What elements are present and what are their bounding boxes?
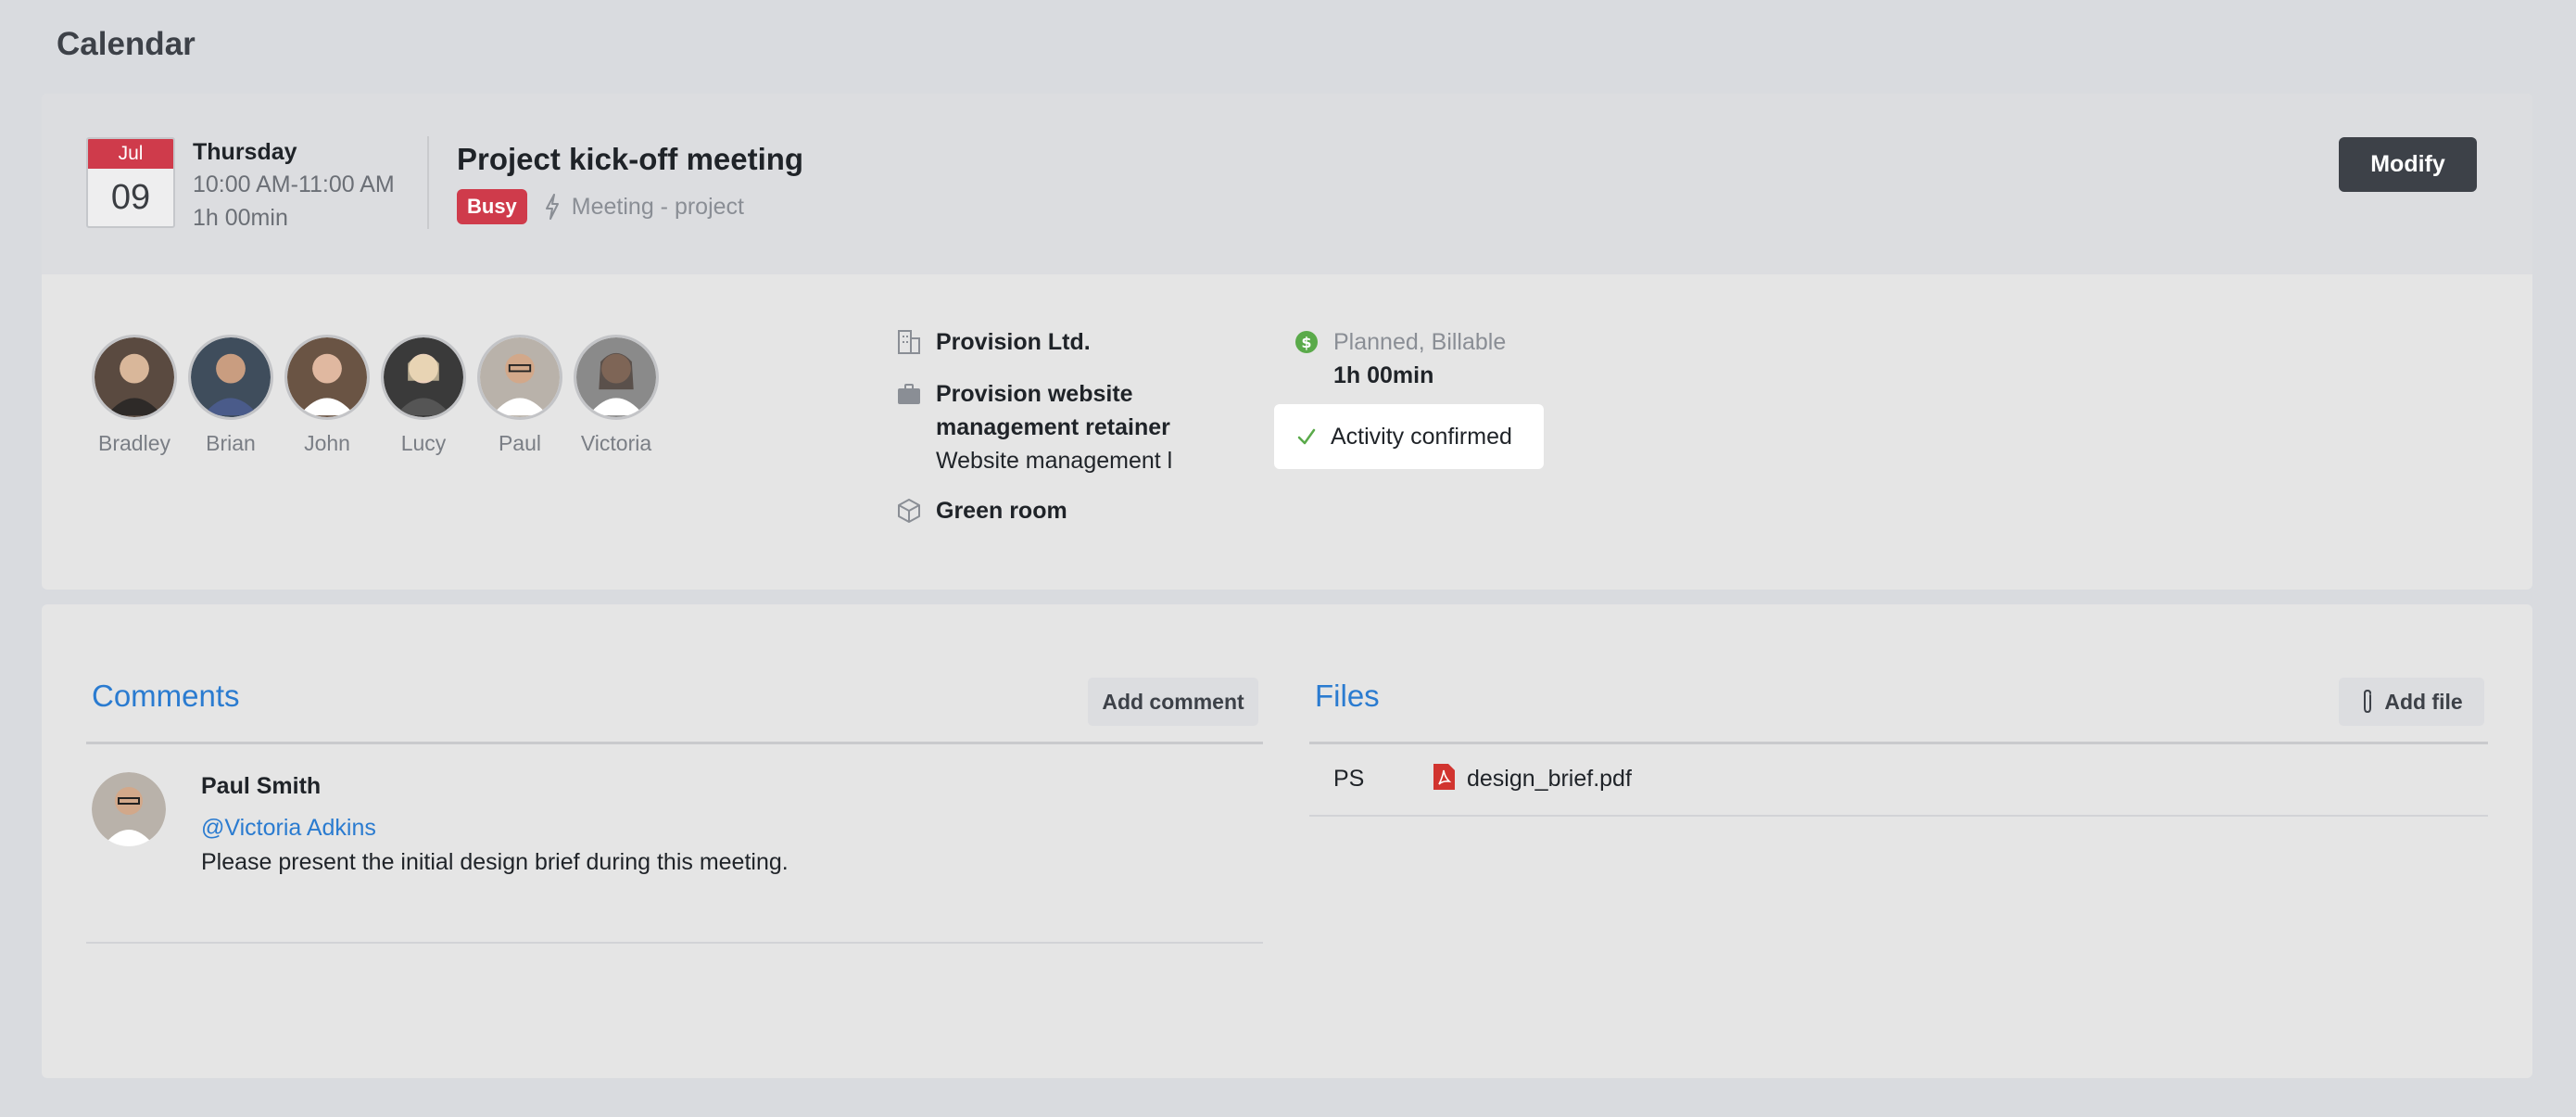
file-owner: PS — [1333, 766, 1365, 792]
participant[interactable]: Victoria — [568, 335, 664, 456]
paperclip-icon — [2364, 689, 2372, 714]
participant-name: John — [304, 431, 350, 455]
comment-mention[interactable]: @Victoria Adkins — [201, 815, 376, 842]
company-row: Provision Ltd. — [896, 325, 1172, 359]
project-name-line1[interactable]: Provision website — [936, 377, 1172, 411]
participant-name: Bradley — [98, 431, 170, 455]
event-title: Project kick-off meeting — [457, 142, 804, 176]
billing-status: Planned, Billable — [1333, 329, 1507, 355]
event-duration: 1h 00min — [193, 205, 288, 231]
event-header: Jul 09 Thursday 10:00 AM-11:00 AM 1h 00m… — [42, 94, 2532, 274]
avatar — [381, 335, 466, 420]
cube-icon — [898, 499, 920, 523]
billing-duration: 1h 00min — [1333, 362, 1434, 388]
avatar — [188, 335, 273, 420]
avatar — [92, 772, 166, 846]
participant[interactable]: Paul — [472, 335, 568, 456]
participant-name: Paul — [498, 431, 542, 455]
status-badge: Busy — [457, 189, 527, 224]
company-name[interactable]: Provision Ltd. — [936, 325, 1172, 359]
location-row: Green room — [896, 494, 1172, 527]
date-month: Jul — [88, 139, 173, 169]
date-day: 09 — [110, 178, 151, 217]
participant[interactable]: John — [279, 335, 375, 456]
modify-button[interactable]: Modify — [2339, 137, 2477, 192]
event-time-info: Thursday 10:00 AM-11:00 AM 1h 00min — [193, 136, 395, 235]
avatar — [92, 335, 177, 420]
billing-row: $ Planned, Billable 1h 00min — [1294, 325, 1506, 392]
file-link[interactable]: design_brief.pdf — [1467, 766, 1632, 793]
participant-name: Brian — [206, 431, 256, 455]
comments-files-card: Comments Add comment Paul Smith @Victori… — [42, 604, 2532, 1078]
project-row: Provision website management retainer We… — [896, 377, 1172, 477]
check-icon — [1297, 428, 1316, 445]
activity-confirmed-text: Activity confirmed — [1331, 423, 1512, 450]
project-name-line2[interactable]: management retainer — [936, 411, 1172, 444]
participants-list: Bradley Brian John Lucy Paul Victoria — [86, 335, 664, 456]
add-comment-button[interactable]: Add comment — [1088, 678, 1258, 726]
comments-divider — [86, 742, 1263, 744]
building-icon — [898, 330, 920, 354]
participant-name: Lucy — [400, 431, 447, 455]
header-divider — [427, 136, 429, 229]
add-file-button[interactable]: Add file — [2339, 678, 2484, 726]
svg-text:$: $ — [1301, 334, 1311, 351]
comment-author: Paul Smith — [201, 773, 322, 799]
bolt-icon — [545, 194, 559, 220]
task-name: Website management l — [936, 448, 1173, 474]
event-status-row: Busy Meeting - project — [457, 189, 744, 224]
add-file-label: Add file — [2384, 689, 2463, 714]
comment-divider — [86, 942, 1263, 944]
file-row-divider — [1309, 815, 2488, 817]
date-badge: Jul 09 — [86, 137, 175, 228]
dollar-icon: $ — [1295, 331, 1318, 353]
participant[interactable]: Bradley — [86, 335, 183, 456]
event-card: Jul 09 Thursday 10:00 AM-11:00 AM 1h 00m… — [42, 94, 2532, 590]
comment-text: Please present the initial design brief … — [201, 849, 789, 875]
event-type: Meeting - project — [571, 193, 744, 220]
event-details: Provision Ltd. Provision website managem… — [896, 325, 1172, 527]
avatar — [574, 335, 659, 420]
pdf-icon — [1433, 764, 1455, 790]
participant-name: Victoria — [580, 431, 652, 455]
avatar — [477, 335, 562, 420]
files-title: Files — [1315, 679, 1380, 713]
event-weekday: Thursday — [193, 139, 297, 165]
participant[interactable]: Lucy — [375, 335, 472, 456]
participant[interactable]: Brian — [183, 335, 279, 456]
event-time-range: 10:00 AM-11:00 AM — [193, 171, 395, 197]
location-name: Green room — [936, 498, 1067, 524]
calendar-page: Calendar Jul 09 Thursday 10:00 AM-11:00 … — [0, 0, 2576, 1117]
billing-info: $ Planned, Billable 1h 00min — [1294, 325, 1506, 392]
activity-confirmed-badge: Activity confirmed — [1274, 404, 1544, 469]
page-title: Calendar — [57, 26, 196, 62]
files-divider — [1309, 742, 2488, 744]
comments-title: Comments — [92, 679, 240, 713]
avatar — [284, 335, 370, 420]
briefcase-icon — [898, 384, 920, 404]
